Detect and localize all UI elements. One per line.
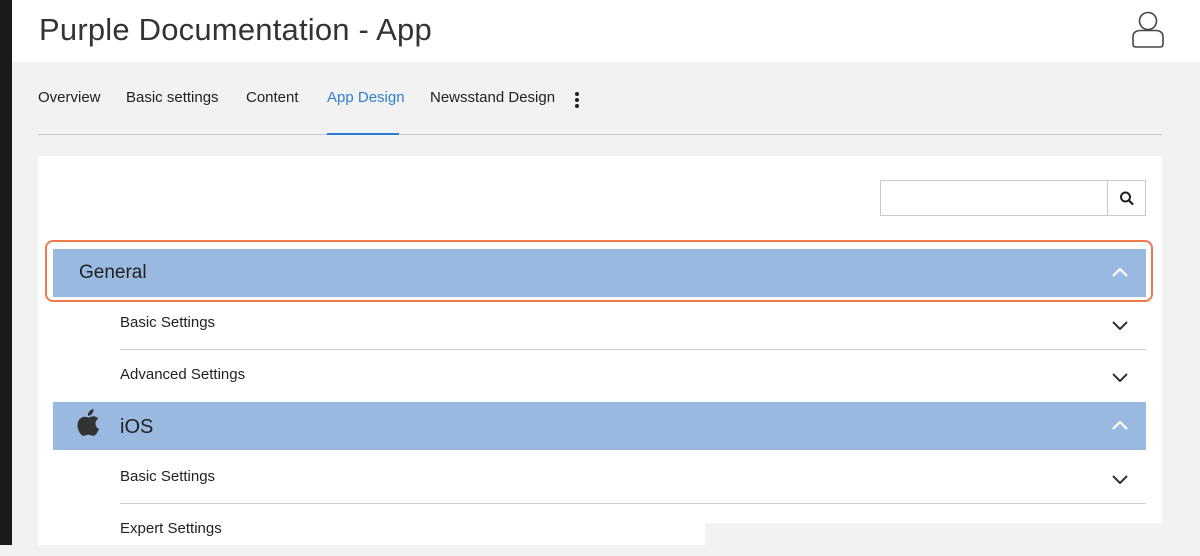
chevron-down-icon [1112, 321, 1128, 330]
section-title: General [79, 262, 147, 283]
app-header: Purple Documentation - App [12, 0, 1200, 62]
search-icon [1120, 191, 1134, 206]
kebab-menu-icon[interactable] [572, 92, 582, 108]
active-tab-indicator [327, 133, 399, 135]
bottom-panel-edge [705, 523, 1162, 545]
list-item-basic-settings[interactable]: Basic Settings [120, 298, 1146, 350]
tab-bar: Overview Basic settings Content App Desi… [38, 62, 1162, 135]
apple-icon [77, 409, 99, 436]
section-header-ios[interactable]: iOS [53, 402, 1146, 450]
tab-newsstand-design[interactable]: Newsstand Design [430, 89, 555, 106]
search-box [880, 180, 1146, 216]
list-item-label: Basic Settings [120, 314, 216, 331]
list-item-label: Basic Settings [120, 468, 216, 485]
list-item-label: Advanced Settings [120, 366, 246, 383]
list-item-basic-settings[interactable]: Basic Settings [120, 452, 1146, 504]
tab-overview[interactable]: Overview [38, 89, 101, 106]
search-input[interactable] [881, 181, 1106, 215]
window-edge [0, 0, 12, 545]
chevron-up-icon [1112, 267, 1128, 277]
search-button[interactable] [1107, 181, 1145, 215]
tab-basic-settings[interactable]: Basic settings [126, 89, 219, 106]
section-title: iOS [120, 416, 154, 438]
chevron-down-icon [1112, 373, 1128, 382]
list-item-advanced-settings[interactable]: Advanced Settings [120, 350, 1146, 402]
list-item-label: Expert Settings [120, 520, 222, 537]
section-header-general[interactable]: General [53, 249, 1146, 297]
page-title: Purple Documentation - App [39, 12, 432, 47]
user-icon[interactable] [1130, 11, 1166, 49]
chevron-down-icon [1112, 475, 1128, 484]
tab-app-design[interactable]: App Design [327, 89, 405, 106]
tab-content[interactable]: Content [246, 89, 299, 106]
content-panel: General Basic Settings Advanced Settings… [38, 156, 1162, 545]
chevron-up-icon [1112, 420, 1128, 430]
